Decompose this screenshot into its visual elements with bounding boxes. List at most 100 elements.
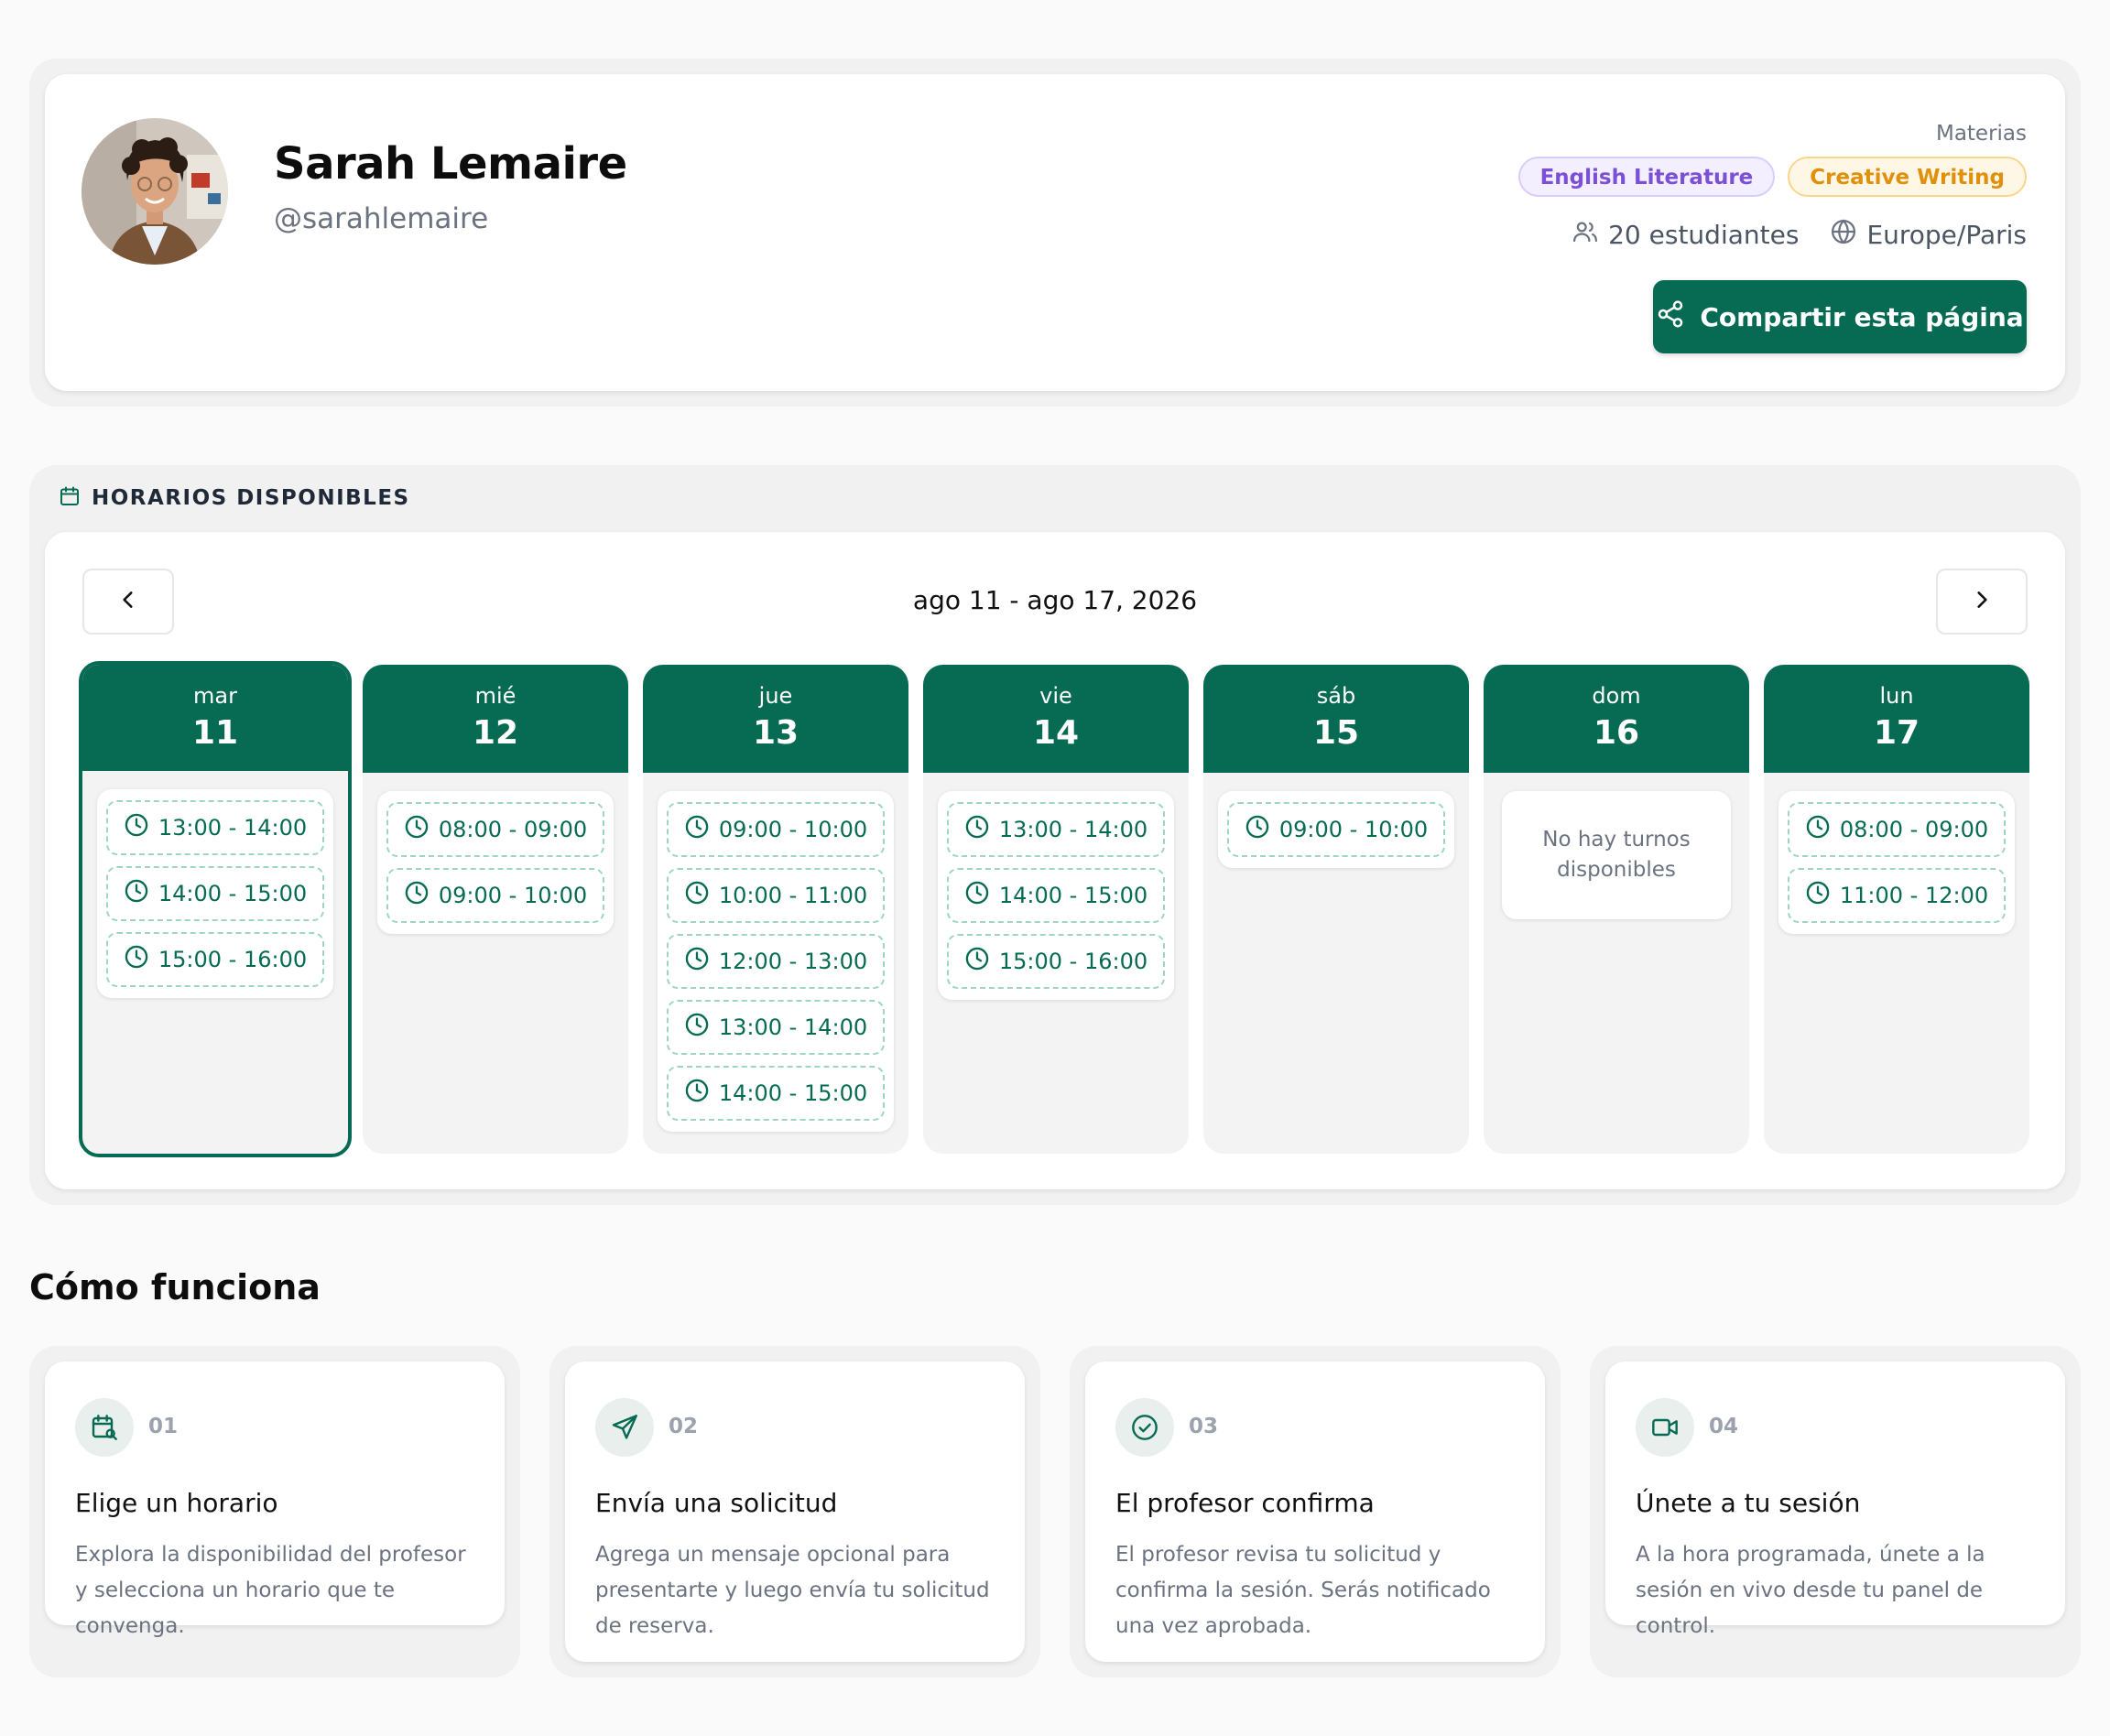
day-column-17[interactable]: lun 17 08:00 - 09:00 11:00 - 12:00 xyxy=(1764,665,2029,1154)
subject-badge: Creative Writing xyxy=(1788,157,2027,197)
time-slot-label: 09:00 - 10:00 xyxy=(1278,817,1429,842)
day-column-12[interactable]: mié 12 08:00 - 09:00 09:00 - 10:00 xyxy=(363,665,628,1154)
clock-icon xyxy=(1245,814,1270,845)
time-slot[interactable]: 13:00 - 14:00 xyxy=(106,800,324,855)
time-slot[interactable]: 12:00 - 13:00 xyxy=(667,934,885,989)
clock-icon xyxy=(684,1012,710,1043)
step-number: 02 xyxy=(669,1415,699,1438)
time-slot[interactable]: 13:00 - 14:00 xyxy=(947,802,1165,857)
day-column-16[interactable]: dom 16 No hay turnos disponibles xyxy=(1484,665,1749,1154)
step-number: 01 xyxy=(148,1415,179,1438)
slots-list: 13:00 - 14:00 14:00 - 15:00 15:00 - 16:00 xyxy=(97,789,333,998)
step-title: Elige un horario xyxy=(75,1488,278,1518)
clock-icon xyxy=(1805,814,1831,845)
step-card-4: 04 Únete a tu sesión A la hora programad… xyxy=(1590,1346,2081,1677)
video-icon xyxy=(1636,1398,1694,1457)
step-description: Agrega un mensaje opcional para presenta… xyxy=(595,1543,990,1638)
step-card-inner: 02 Envía una solicitud Agrega un mensaje… xyxy=(565,1362,1025,1662)
share-page-button[interactable]: Compartir esta página xyxy=(1653,280,2027,353)
clock-icon xyxy=(404,880,430,911)
profile-card: Sarah Lemaire @sarahlemaire Materias Eng… xyxy=(45,74,2065,391)
availability-section: HORARIOS DISPONIBLES ago 11 - ago 17, 20… xyxy=(29,465,2081,1205)
time-slot[interactable]: 14:00 - 15:00 xyxy=(667,1066,885,1121)
day-column-15[interactable]: sáb 15 09:00 - 10:00 xyxy=(1203,665,1469,1154)
day-column-13[interactable]: jue 13 09:00 - 10:00 10:00 - 11:00 12:00 - 1… xyxy=(643,665,908,1154)
day-header: dom 16 xyxy=(1484,665,1749,773)
subjects-badges: English Literature Creative Writing xyxy=(1517,157,2027,197)
step-title: Únete a tu sesión xyxy=(1636,1488,1861,1518)
day-column-14[interactable]: vie 14 13:00 - 14:00 14:00 - 15:00 15:00 - 1… xyxy=(923,665,1189,1154)
time-slot[interactable]: 09:00 - 10:00 xyxy=(1227,802,1445,857)
chevron-right-icon xyxy=(1970,588,1994,615)
profile-handle: @sarahlemaire xyxy=(274,202,489,235)
day-number: 13 xyxy=(752,714,799,752)
week-range: ago 11 - ago 17, 2026 xyxy=(912,585,1198,615)
step-card-3: 03 El profesor confirma El profesor revi… xyxy=(1070,1346,1561,1677)
globe-icon xyxy=(1830,218,1857,252)
profile-meta: 20 estudiantes Europe/Paris xyxy=(1572,218,2027,252)
day-name: mié xyxy=(474,683,517,709)
time-slot[interactable]: 14:00 - 15:00 xyxy=(106,866,324,921)
time-slot-label: 11:00 - 12:00 xyxy=(1839,883,1989,908)
day-name: jue xyxy=(758,683,793,709)
step-description: El profesor revisa tu solicitud y confir… xyxy=(1115,1543,1491,1638)
time-slot-label: 13:00 - 14:00 xyxy=(158,815,308,841)
timezone-text: Europe/Paris xyxy=(1866,220,2027,250)
avatar xyxy=(82,118,228,265)
day-number: 14 xyxy=(1032,714,1080,752)
day-name: vie xyxy=(1039,683,1072,709)
time-slot-label: 13:00 - 14:00 xyxy=(718,1014,868,1040)
day-number: 16 xyxy=(1593,714,1640,752)
calendar-card: ago 11 - ago 17, 2026 mar 11 13:00 - 14:00… xyxy=(45,532,2065,1189)
time-slot[interactable]: 11:00 - 12:00 xyxy=(1788,868,2006,923)
day-header: mar 11 xyxy=(82,665,348,771)
calendar-icon xyxy=(59,485,81,511)
users-icon xyxy=(1572,218,1599,252)
time-slot[interactable]: 10:00 - 11:00 xyxy=(667,868,885,923)
time-slot[interactable]: 14:00 - 15:00 xyxy=(947,868,1165,923)
day-name: dom xyxy=(1592,683,1641,709)
day-column-11[interactable]: mar 11 13:00 - 14:00 14:00 - 15:00 15:00 - 1… xyxy=(79,661,352,1157)
subjects-label: Materias xyxy=(1935,122,2027,146)
timezone: Europe/Paris xyxy=(1830,218,2027,252)
time-slot-label: 14:00 - 15:00 xyxy=(158,881,308,906)
slots-list: 13:00 - 14:00 14:00 - 15:00 15:00 - 16:00 xyxy=(938,791,1174,1000)
time-slot-label: 15:00 - 16:00 xyxy=(158,947,308,972)
availability-header: HORARIOS DISPONIBLES xyxy=(59,480,410,516)
clock-icon xyxy=(684,946,710,977)
time-slot[interactable]: 09:00 - 10:00 xyxy=(386,868,604,923)
clock-icon xyxy=(1805,880,1831,911)
time-slot[interactable]: 15:00 - 16:00 xyxy=(106,932,324,987)
calendar-search-icon xyxy=(75,1398,134,1457)
how-it-works-title: Cómo funciona xyxy=(29,1267,321,1307)
slots-list: 08:00 - 09:00 09:00 - 10:00 xyxy=(377,791,614,934)
profile-section: Sarah Lemaire @sarahlemaire Materias Eng… xyxy=(29,59,2081,407)
time-slot[interactable]: 15:00 - 16:00 xyxy=(947,934,1165,989)
step-description: Explora la disponibilidad del profesor y… xyxy=(75,1543,466,1638)
clock-icon xyxy=(124,878,149,909)
time-slot[interactable]: 13:00 - 14:00 xyxy=(667,1000,885,1055)
time-slot-label: 14:00 - 15:00 xyxy=(718,1080,868,1106)
clock-icon xyxy=(684,814,710,845)
time-slot[interactable]: 08:00 - 09:00 xyxy=(1788,802,2006,857)
no-slots-message: No hay turnos disponibles xyxy=(1502,791,1731,919)
day-number: 17 xyxy=(1873,714,1920,752)
day-header: lun 17 xyxy=(1764,665,2029,773)
clock-icon xyxy=(684,880,710,911)
time-slot-label: 09:00 - 10:00 xyxy=(438,883,588,908)
clock-icon xyxy=(404,814,430,845)
day-header: sáb 15 xyxy=(1203,665,1469,773)
step-description: A la hora programada, únete a la sesión … xyxy=(1636,1543,1985,1638)
time-slot[interactable]: 08:00 - 09:00 xyxy=(386,802,604,857)
slots-list: 09:00 - 10:00 xyxy=(1218,791,1454,868)
clock-icon xyxy=(124,812,149,843)
day-number: 15 xyxy=(1312,714,1360,752)
time-slot-label: 10:00 - 11:00 xyxy=(718,883,868,908)
step-card-inner: 04 Únete a tu sesión A la hora programad… xyxy=(1605,1362,2065,1638)
day-header: vie 14 xyxy=(923,665,1189,773)
next-week-button[interactable] xyxy=(1936,569,2028,635)
time-slot[interactable]: 09:00 - 10:00 xyxy=(667,802,885,857)
share-icon xyxy=(1656,299,1685,335)
time-slot-label: 14:00 - 15:00 xyxy=(998,883,1148,908)
step-card-inner: 01 Elige un horario Explora la disponibi… xyxy=(45,1362,505,1638)
